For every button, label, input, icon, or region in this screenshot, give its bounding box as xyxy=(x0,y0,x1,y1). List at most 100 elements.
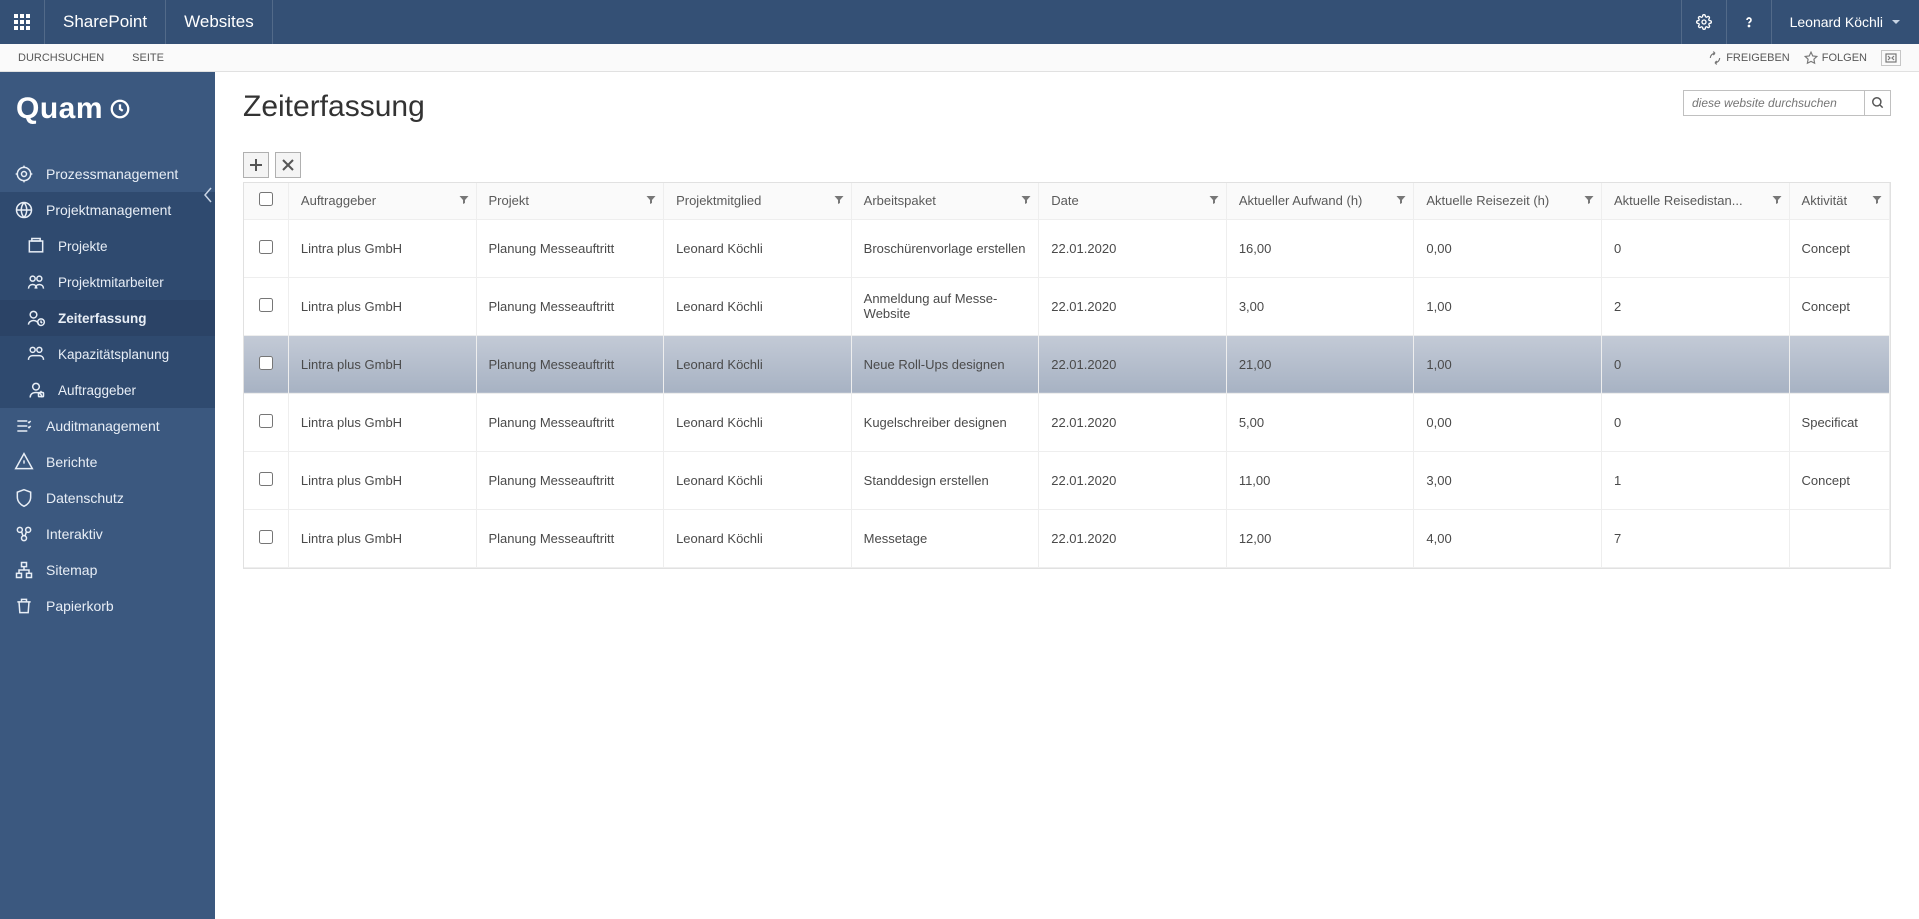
table-row[interactable]: Lintra plus GmbHPlanung MesseauftrittLeo… xyxy=(244,451,1890,509)
nav-icon xyxy=(14,200,34,220)
column-header[interactable]: Projektmitglied xyxy=(664,183,852,219)
filter-icon[interactable] xyxy=(458,193,470,208)
cell-projekt: Planung Messeauftritt xyxy=(476,277,664,335)
filter-icon[interactable] xyxy=(645,193,657,208)
column-header[interactable]: Aktivität xyxy=(1789,183,1889,219)
chevron-left-icon xyxy=(202,184,216,206)
nav-item-auditmanagement[interactable]: Auditmanagement xyxy=(0,408,215,444)
table-row[interactable]: Lintra plus GmbHPlanung MesseauftrittLeo… xyxy=(244,335,1890,393)
nav-item-prozessmanagement[interactable]: Prozessmanagement xyxy=(0,156,215,192)
delete-button[interactable] xyxy=(275,152,301,178)
nav-icon xyxy=(14,488,34,508)
cell-auftraggeber: Lintra plus GmbH xyxy=(288,277,476,335)
select-all-checkbox[interactable] xyxy=(259,192,273,206)
search-input[interactable] xyxy=(1684,91,1864,115)
add-button[interactable] xyxy=(243,152,269,178)
filter-icon[interactable] xyxy=(1771,193,1783,208)
table-row[interactable]: Lintra plus GmbHPlanung MesseauftrittLeo… xyxy=(244,393,1890,451)
nav-label: Sitemap xyxy=(46,562,97,578)
filter-icon[interactable] xyxy=(833,193,845,208)
share-button[interactable]: FREIGEBEN xyxy=(1708,51,1790,65)
filter-icon[interactable] xyxy=(1208,193,1220,208)
cell-reisezeit: 1,00 xyxy=(1414,335,1602,393)
column-header[interactable]: Aktueller Aufwand (h) xyxy=(1226,183,1414,219)
nav-item-berichte[interactable]: Berichte xyxy=(0,444,215,480)
nav-item-auftraggeber[interactable]: Auftraggeber xyxy=(0,372,215,408)
row-checkbox[interactable] xyxy=(259,530,273,544)
user-menu[interactable]: Leonard Köchli xyxy=(1771,0,1919,44)
cell-paket: Standdesign erstellen xyxy=(851,451,1039,509)
column-header[interactable]: Projekt xyxy=(476,183,664,219)
nav-label: Kapazitätsplanung xyxy=(58,347,169,362)
cell-aufwand: 3,00 xyxy=(1226,277,1414,335)
column-header[interactable]: Auftraggeber xyxy=(288,183,476,219)
cell-reisedist: 0 xyxy=(1601,219,1789,277)
nav-label: Prozessmanagement xyxy=(46,166,178,182)
nav-item-projektmitarbeiter[interactable]: Projektmitarbeiter xyxy=(0,264,215,300)
settings-button[interactable] xyxy=(1681,0,1726,44)
column-header[interactable]: Date xyxy=(1039,183,1227,219)
follow-button[interactable]: FOLGEN xyxy=(1804,51,1867,65)
table-row[interactable]: Lintra plus GmbHPlanung MesseauftrittLeo… xyxy=(244,219,1890,277)
nav-item-projekte[interactable]: Projekte xyxy=(0,228,215,264)
nav-icon xyxy=(26,308,46,328)
nav-item-interaktiv[interactable]: Interaktiv xyxy=(0,516,215,552)
nav-label: Projektmanagement xyxy=(46,202,171,218)
waffle-icon xyxy=(14,14,30,30)
table-row[interactable]: Lintra plus GmbHPlanung MesseauftrittLeo… xyxy=(244,509,1890,567)
nav-item-zeiterfassung[interactable]: Zeiterfassung xyxy=(0,300,215,336)
row-checkbox[interactable] xyxy=(259,356,273,370)
nav-item-kapazitätsplanung[interactable]: Kapazitätsplanung xyxy=(0,336,215,372)
ribbon-tab-page[interactable]: SEITE xyxy=(132,52,164,64)
row-checkbox[interactable] xyxy=(259,298,273,312)
cell-mitglied: Leonard Köchli xyxy=(664,277,852,335)
nav-icon xyxy=(26,344,46,364)
nav-item-sitemap[interactable]: Sitemap xyxy=(0,552,215,588)
cell-auftraggeber: Lintra plus GmbH xyxy=(288,509,476,567)
page-title: Zeiterfassung xyxy=(243,90,425,124)
cell-reisedist: 7 xyxy=(1601,509,1789,567)
clock-icon xyxy=(109,98,131,120)
app-launcher[interactable] xyxy=(0,0,45,44)
column-header[interactable]: Aktuelle Reisezeit (h) xyxy=(1414,183,1602,219)
brand-logo[interactable]: Quam xyxy=(0,72,215,136)
column-header[interactable]: Arbeitspaket xyxy=(851,183,1039,219)
search-button[interactable] xyxy=(1864,91,1890,115)
search-icon xyxy=(1871,96,1885,110)
nav-item-projektmanagement[interactable]: Projektmanagement xyxy=(0,192,215,228)
cell-projekt: Planung Messeauftritt xyxy=(476,219,664,277)
cell-reisedist: 2 xyxy=(1601,277,1789,335)
column-header[interactable]: Aktuelle Reisedistan... xyxy=(1601,183,1789,219)
nav-label: Berichte xyxy=(46,454,97,470)
row-checkbox[interactable] xyxy=(259,414,273,428)
suite-section-link[interactable]: Websites xyxy=(166,0,273,44)
nav-item-papierkorb[interactable]: Papierkorb xyxy=(0,588,215,624)
cell-aktivitaet xyxy=(1789,509,1889,567)
cell-auftraggeber: Lintra plus GmbH xyxy=(288,335,476,393)
cell-auftraggeber: Lintra plus GmbH xyxy=(288,219,476,277)
cell-reisezeit: 3,00 xyxy=(1414,451,1602,509)
cell-auftraggeber: Lintra plus GmbH xyxy=(288,393,476,451)
cell-aufwand: 12,00 xyxy=(1226,509,1414,567)
cell-aktivitaet xyxy=(1789,335,1889,393)
filter-icon[interactable] xyxy=(1871,193,1883,208)
cell-reisezeit: 1,00 xyxy=(1414,277,1602,335)
cell-reisedist: 0 xyxy=(1601,393,1789,451)
collapse-sidebar[interactable] xyxy=(202,184,216,209)
ribbon-tab-browse[interactable]: DURCHSUCHEN xyxy=(18,52,104,64)
help-icon xyxy=(1741,14,1757,30)
filter-icon[interactable] xyxy=(1020,193,1032,208)
filter-icon[interactable] xyxy=(1395,193,1407,208)
table-row[interactable]: Lintra plus GmbHPlanung MesseauftrittLeo… xyxy=(244,277,1890,335)
suite-app-link[interactable]: SharePoint xyxy=(45,0,166,44)
filter-icon[interactable] xyxy=(1583,193,1595,208)
row-checkbox[interactable] xyxy=(259,472,273,486)
ribbon: DURCHSUCHEN SEITE FREIGEBEN FOLGEN xyxy=(0,44,1919,72)
help-button[interactable] xyxy=(1726,0,1771,44)
cell-aufwand: 11,00 xyxy=(1226,451,1414,509)
focus-content-button[interactable] xyxy=(1881,50,1901,66)
share-icon xyxy=(1708,51,1722,65)
row-checkbox[interactable] xyxy=(259,240,273,254)
cell-paket: Broschürenvorlage erstellen xyxy=(851,219,1039,277)
nav-item-datenschutz[interactable]: Datenschutz xyxy=(0,480,215,516)
